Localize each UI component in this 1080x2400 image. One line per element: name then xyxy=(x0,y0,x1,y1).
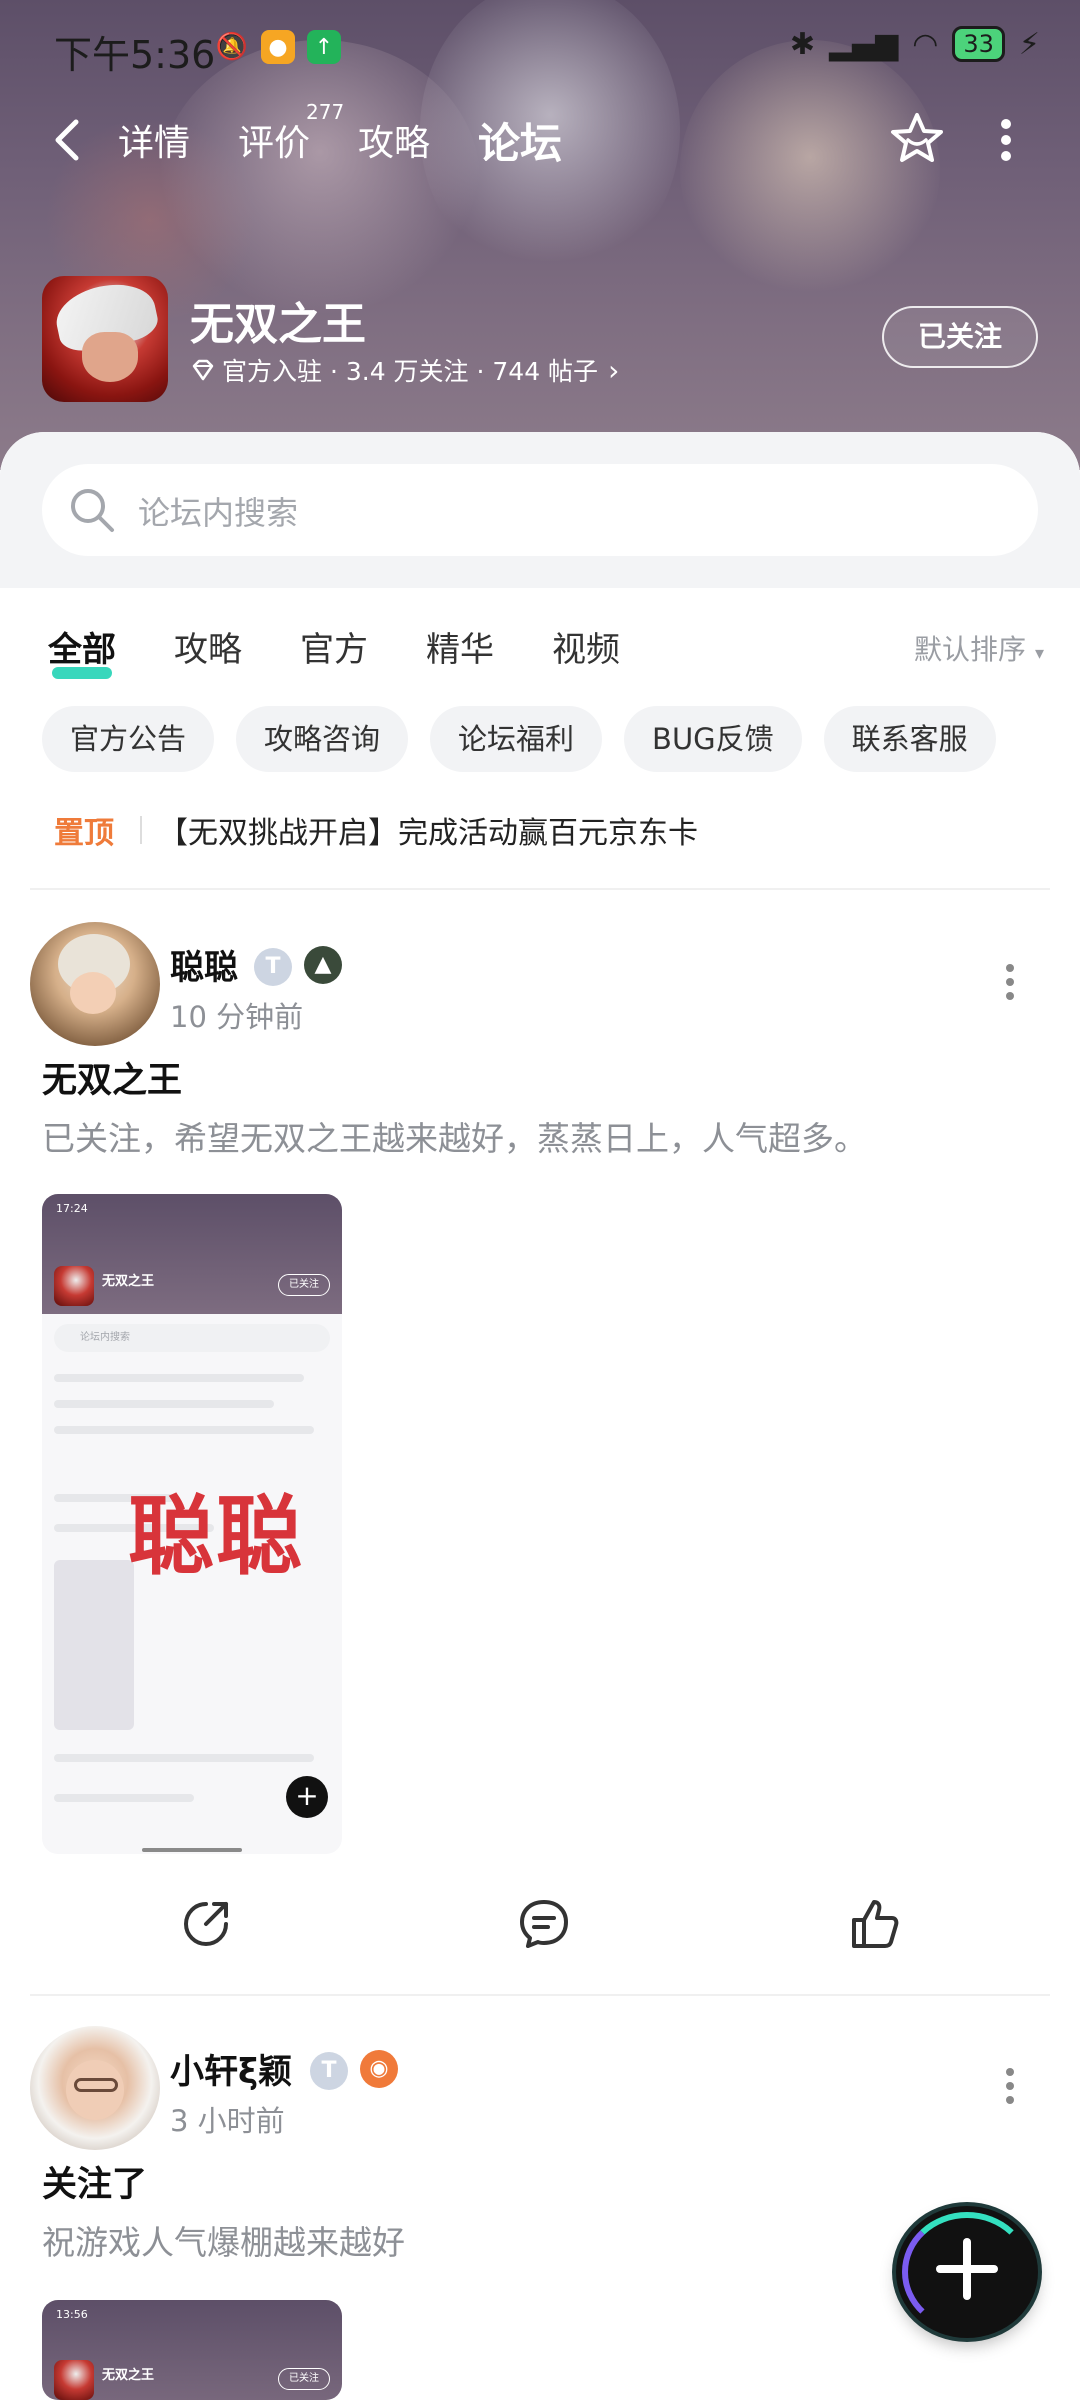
medal-badge: ▲ xyxy=(304,946,342,984)
verified-gem-icon xyxy=(192,359,214,381)
tab-details[interactable]: 详情 xyxy=(118,114,190,166)
search-input[interactable]: 论坛内搜索 xyxy=(42,464,1038,556)
mute-icon: 🔕 xyxy=(215,32,249,62)
post-author[interactable]: 小轩ξ颖 xyxy=(170,2044,292,2093)
message-app-icon: ● xyxy=(261,30,295,64)
filter-tab-all[interactable]: 全部 xyxy=(48,622,116,679)
post-actions xyxy=(0,1880,1080,1970)
post-title: 无双之王 xyxy=(42,1061,183,1101)
follow-button[interactable]: 已关注 xyxy=(882,306,1038,368)
review-count-badge: 277 xyxy=(306,100,345,124)
game-logo[interactable] xyxy=(42,276,168,402)
pinned-post[interactable]: 置顶 【无双挑战开启】完成活动赢百元京东卡 xyxy=(54,808,698,852)
post-time: 3 小时前 xyxy=(170,2104,285,2138)
post-more-icon[interactable] xyxy=(1004,962,1016,1002)
search-icon xyxy=(71,489,114,532)
bluetooth-icon: ✱ xyxy=(789,26,815,62)
battery-icon: 33 xyxy=(952,26,1005,62)
chip-announcements[interactable]: 官方公告 xyxy=(42,706,215,772)
tab-reviews[interactable]: 评价 xyxy=(238,114,310,166)
nav-bar: 详情 评价 277 攻略 论坛 xyxy=(0,100,1080,180)
gamepad-badge-icon: ◉ xyxy=(360,2050,398,2088)
post-image[interactable]: 13:56 无双之王 已关注 xyxy=(42,2300,342,2400)
level-badge: T xyxy=(310,2052,348,2090)
sort-dropdown[interactable]: 默认排序 ▾ xyxy=(914,628,1044,668)
divider xyxy=(30,888,1050,890)
signal-icon: ▂▄▆ xyxy=(828,26,899,62)
tab-forum[interactable]: 论坛 xyxy=(478,110,563,177)
post-image[interactable]: 17:24 无双之王 已关注 论坛内搜索 聪聪 + xyxy=(42,1194,342,1854)
pinned-tag: 置顶 xyxy=(54,816,114,851)
chevron-right-icon: › xyxy=(608,353,620,387)
comment-icon[interactable] xyxy=(516,1896,572,1952)
share-icon[interactable] xyxy=(178,1896,234,1952)
image-watermark: 聪聪 xyxy=(128,1487,304,1587)
search-placeholder: 论坛内搜索 xyxy=(138,494,299,532)
chip-customer-service[interactable]: 联系客服 xyxy=(823,706,996,772)
status-right-icons: ✱ ▂▄▆ ◠ 33 ⚡ xyxy=(790,26,1040,62)
back-icon[interactable] xyxy=(48,116,88,164)
game-meta[interactable]: 官方入驻 · 3.4 万关注 · 744 帖子 › xyxy=(190,352,619,388)
filter-tab-official[interactable]: 官方 xyxy=(300,622,368,671)
pinned-title: 【无双挑战开启】完成活动赢百元京东卡 xyxy=(158,816,698,851)
plus-icon xyxy=(936,2238,998,2300)
post-body: 祝游戏人气爆棚越来越好 xyxy=(42,2223,405,2262)
level-badge: T xyxy=(254,948,292,986)
charging-icon: ⚡ xyxy=(1018,26,1040,62)
filter-tab-featured[interactable]: 精华 xyxy=(426,622,494,671)
category-chips: 官方公告 攻略咨询 论坛福利 BUG反馈 联系客服 xyxy=(42,706,996,772)
chip-bug-report[interactable]: BUG反馈 xyxy=(624,706,802,772)
wifi-icon: ◠ xyxy=(912,26,939,62)
post-title: 关注了 xyxy=(42,2165,148,2205)
status-time: 下午5:36 xyxy=(54,33,216,77)
avatar[interactable] xyxy=(30,2026,160,2150)
avatar[interactable] xyxy=(30,922,160,1046)
divider xyxy=(30,1994,1050,1996)
game-meta-text: 官方入驻 · 3.4 万关注 · 744 帖子 xyxy=(222,357,599,386)
update-app-icon: ↑ xyxy=(307,30,341,64)
tab-guides[interactable]: 攻略 xyxy=(358,114,430,166)
favorite-star-icon[interactable] xyxy=(888,110,946,168)
create-post-button[interactable] xyxy=(896,2206,1038,2338)
forum-content: 论坛内搜索 全部 攻略 官方 精华 视频 默认排序 ▾ 官方公告 攻略咨询 论坛… xyxy=(0,432,1080,2400)
post-author[interactable]: 聪聪 xyxy=(170,940,238,989)
status-bar: 下午5:36 🔕 ● ↑ ✱ ▂▄▆ ◠ 33 ⚡ xyxy=(0,0,1080,90)
more-options-icon[interactable] xyxy=(996,114,1016,166)
filter-tab-guides[interactable]: 攻略 xyxy=(174,622,242,671)
header-banner: 下午5:36 🔕 ● ↑ ✱ ▂▄▆ ◠ 33 ⚡ 详情 评价 277 攻略 论… xyxy=(0,0,1080,470)
post-body: 已关注，希望无双之王越来越好，蒸蒸日上，人气超多。 xyxy=(42,1119,867,1158)
game-name: 无双之王 xyxy=(190,299,366,350)
filter-tabs: 全部 攻略 官方 精华 视频 默认排序 ▾ xyxy=(0,614,1080,694)
chip-welfare[interactable]: 论坛福利 xyxy=(430,706,603,772)
status-notification-icons: 🔕 ● ↑ xyxy=(215,30,341,64)
like-icon[interactable] xyxy=(846,1896,902,1952)
post-time: 10 分钟前 xyxy=(170,1000,304,1034)
chip-guide-questions[interactable]: 攻略咨询 xyxy=(236,706,409,772)
caret-down-icon: ▾ xyxy=(1034,643,1044,664)
search-area: 论坛内搜索 xyxy=(0,432,1080,588)
sort-label: 默认排序 xyxy=(914,633,1027,666)
filter-tab-video[interactable]: 视频 xyxy=(552,622,620,671)
post-more-icon[interactable] xyxy=(1004,2066,1016,2106)
